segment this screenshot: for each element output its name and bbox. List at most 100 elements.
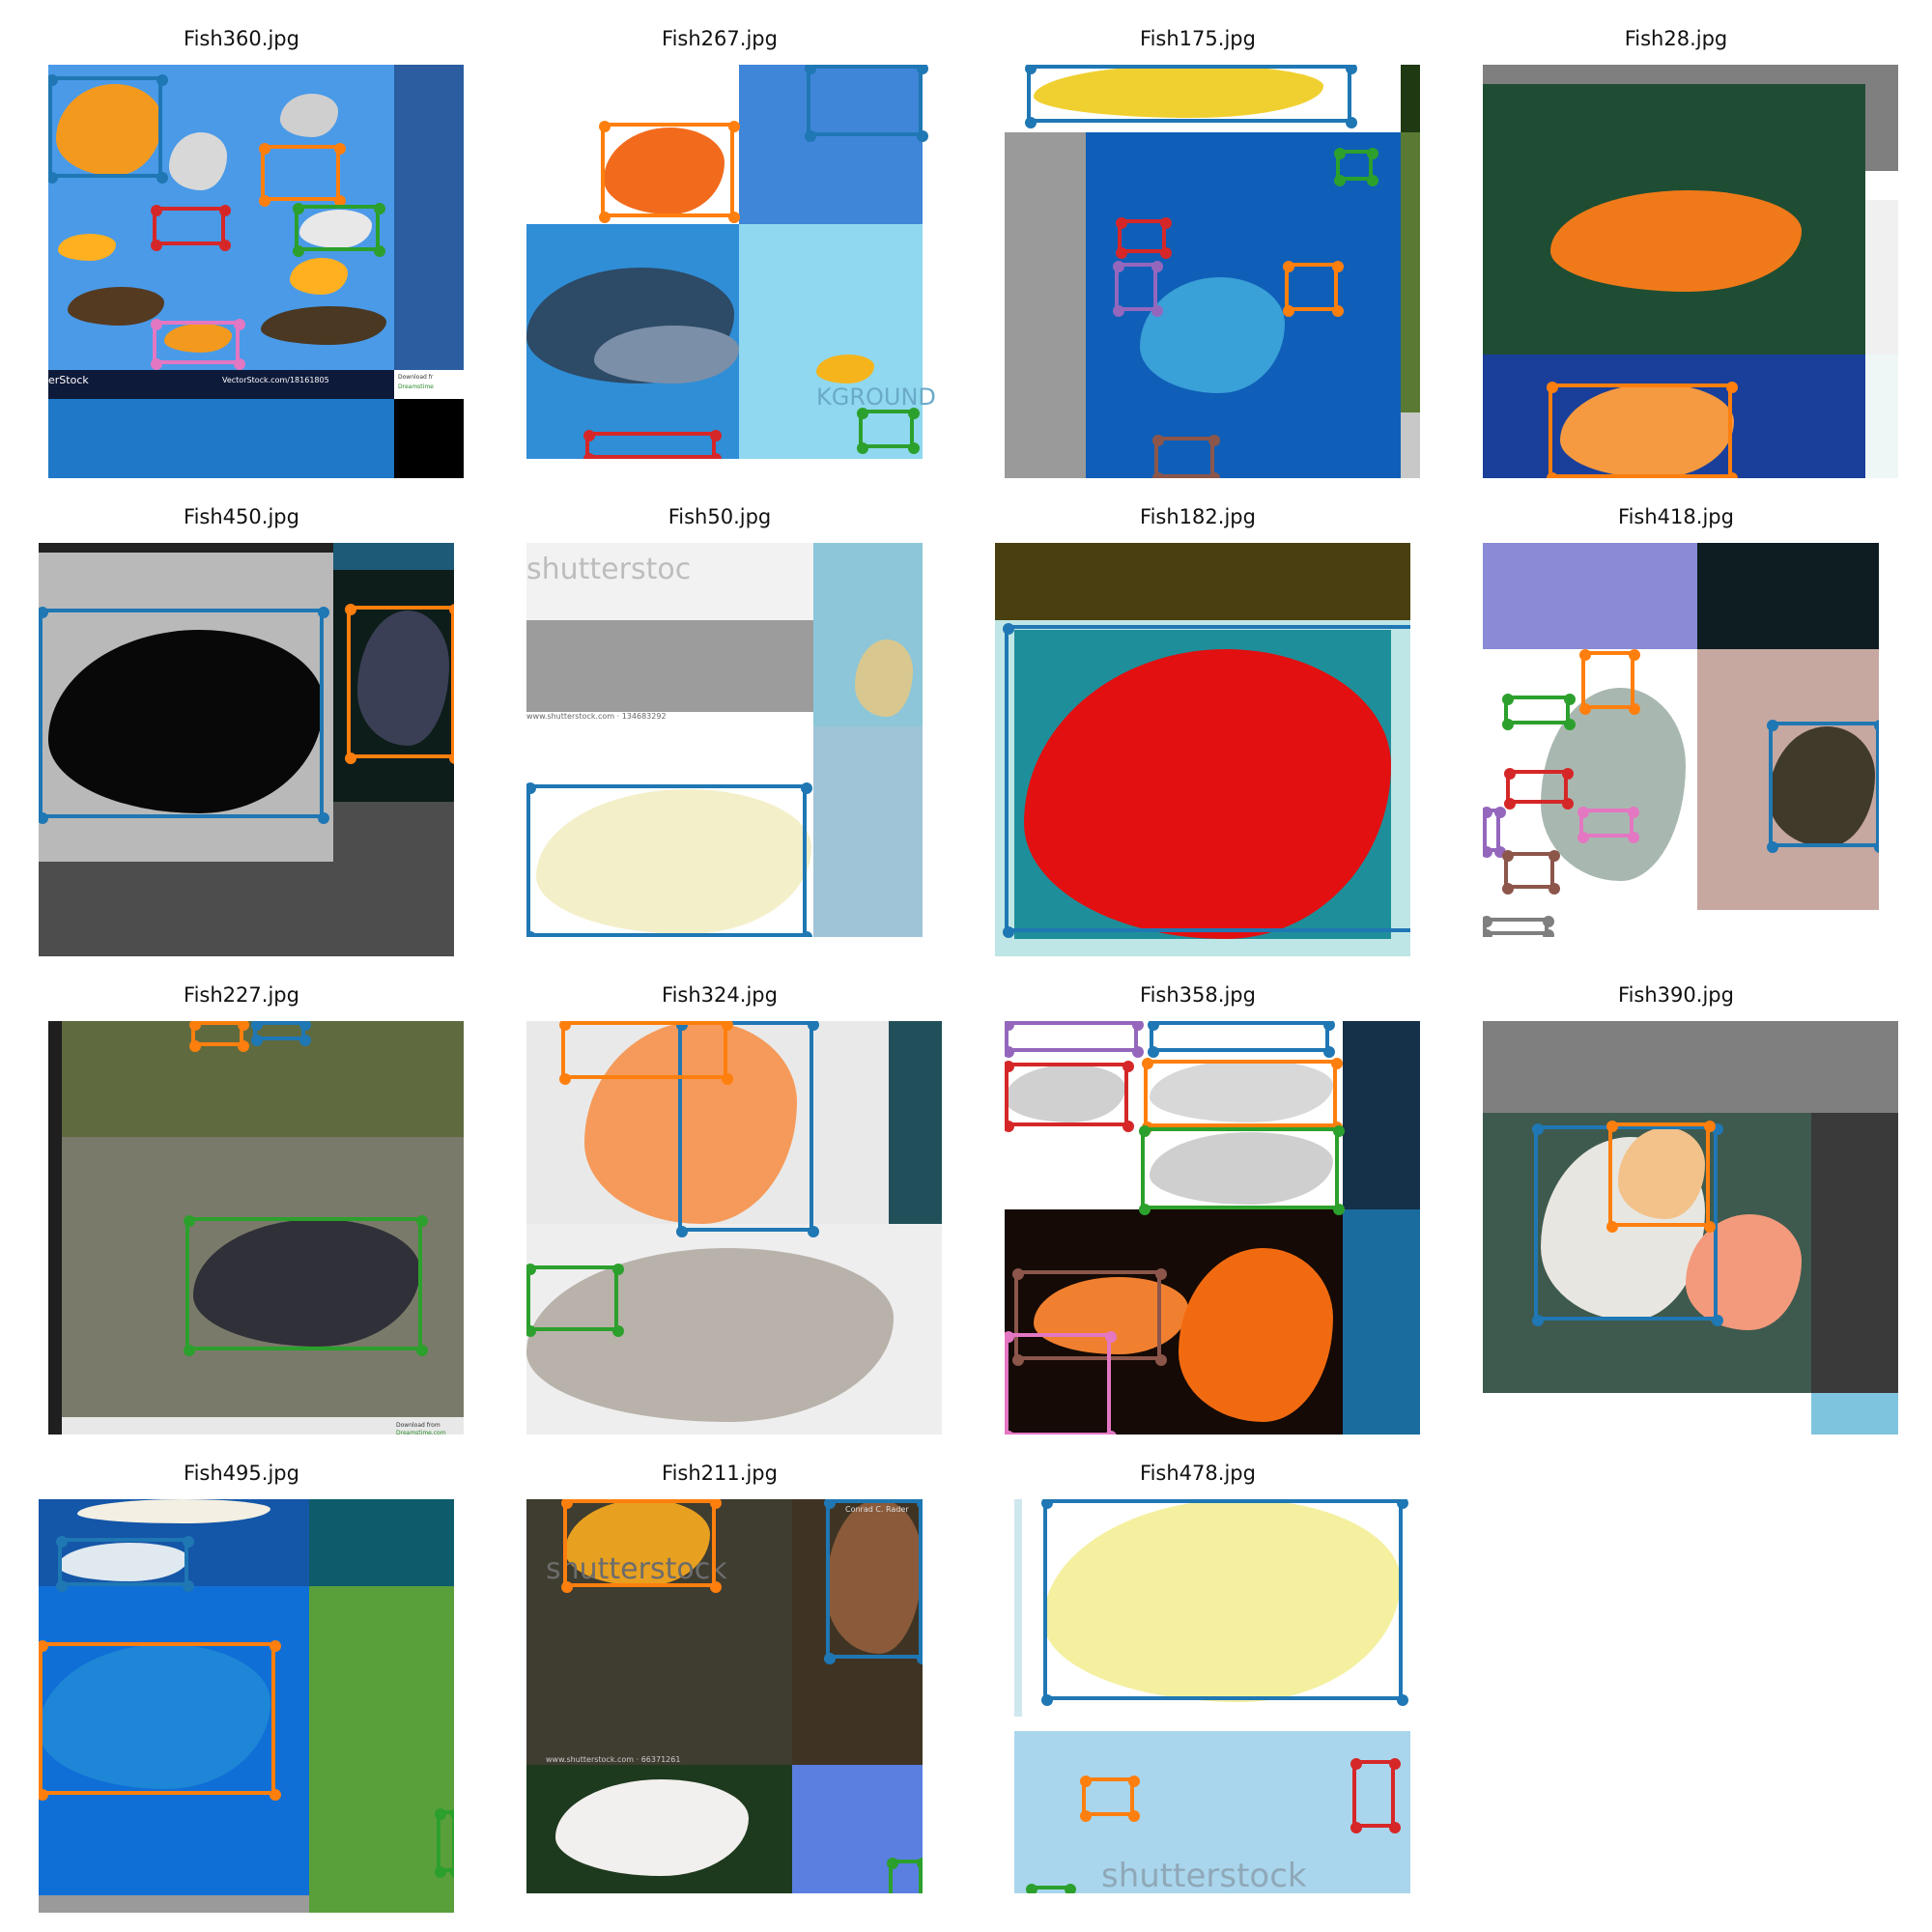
image-filename-title: Fish267.jpg (662, 27, 778, 50)
bounding-box-corner (1160, 247, 1172, 259)
image-cell: Fish182.jpg (956, 478, 1439, 956)
bounding-box-red (1504, 768, 1574, 810)
fish-image-panel[interactable]: KGROUND (526, 65, 942, 459)
bounding-box-corner (1502, 694, 1514, 705)
fish-image-panel[interactable]: shutterstock (1014, 1499, 1410, 1893)
image-mosaic-tile (526, 620, 813, 712)
bounding-box-corner (1003, 926, 1014, 938)
fish-image-panel[interactable] (1483, 65, 1898, 478)
bounding-box-corner (1502, 719, 1514, 730)
bounding-box-corner (48, 74, 58, 86)
bounding-box-blue (48, 74, 168, 184)
fish-image-panel[interactable] (1483, 543, 1879, 937)
bounding-box-corner (1332, 261, 1344, 272)
bounding-box-corner (1606, 1221, 1618, 1233)
bounding-box-corner (334, 143, 346, 155)
bounding-box-corner (56, 1580, 68, 1592)
bounding-box-corner (1155, 1268, 1167, 1280)
fish-image-panel[interactable]: shutterstoc www.shutterstock.com · 134683… (526, 543, 923, 937)
image-filename-title: Fish450.jpg (184, 505, 299, 528)
bounding-box-orange (1080, 1776, 1140, 1822)
bounding-box-corner (1116, 247, 1127, 259)
bounding-box-purple (1005, 1021, 1144, 1058)
image-mosaic-tile (333, 802, 454, 862)
bounding-box-corner (416, 1215, 428, 1227)
bounding-box-corner (1148, 1046, 1159, 1058)
image-mosaic-tile (333, 543, 454, 570)
fish-image-panel[interactable]: ience (1005, 1021, 1420, 1435)
bounding-box-blue (1025, 65, 1357, 128)
image-cell: Fish390.jpg (1435, 956, 1918, 1435)
bounding-box-corner (374, 245, 385, 257)
bounding-box-corner (1005, 1061, 1014, 1072)
fish-image-panel[interactable] (995, 543, 1410, 956)
bounding-box-corner (1128, 1776, 1140, 1787)
bounding-box-corner (151, 319, 162, 330)
bounding-box-corner (1504, 798, 1516, 810)
image-mosaic-tile (309, 1499, 454, 1586)
bounding-box-corner (805, 65, 816, 74)
bounding-box-corner (345, 753, 356, 764)
bounding-box-orange (345, 604, 454, 764)
bounding-box-corner (189, 1040, 201, 1052)
bounding-box-corner (599, 212, 611, 223)
bounding-box-corner (184, 1345, 195, 1356)
bounding-box-corner (450, 1808, 454, 1820)
bounding-box-corner (1128, 1810, 1140, 1822)
fish-image-panel[interactable] (39, 1499, 454, 1913)
bounding-box-corner (251, 1021, 263, 1031)
bounding-box-corner (234, 358, 245, 370)
watermark-text: KGROUND (816, 384, 936, 411)
bounding-box-corner (318, 812, 329, 824)
image-filename-title: Fish28.jpg (1624, 27, 1728, 50)
fish-image-panel[interactable] (526, 1021, 942, 1435)
bounding-box-green (184, 1215, 428, 1356)
bounding-box-corner (1874, 720, 1879, 731)
bounding-box-corner (1155, 1354, 1167, 1366)
bounding-box-corner (259, 195, 270, 207)
bounding-box-corner (1080, 1810, 1092, 1822)
fish-image-panel[interactable] (1483, 1021, 1898, 1435)
bounding-box-corner (189, 1021, 201, 1031)
bounding-box-corner (1116, 217, 1127, 229)
bounding-box-corner (559, 1073, 571, 1085)
bounding-box-blue (805, 65, 928, 142)
bounding-box-corner (1564, 694, 1576, 705)
image-filename-title: Fish227.jpg (184, 983, 299, 1007)
bounding-box-corner (1113, 305, 1124, 317)
bounding-box-corner (824, 1499, 836, 1509)
bounding-box-corner (183, 1536, 194, 1548)
fish-image-panel[interactable]: Download from Dreamstime.com (48, 1021, 464, 1435)
bounding-box-blue (39, 607, 329, 824)
bounding-box-corner (1005, 1021, 1014, 1031)
bounding-box-corner (1577, 832, 1589, 843)
bounding-box-orange (1547, 382, 1738, 478)
bounding-box-corner (801, 931, 812, 937)
bounding-box-corner (1767, 720, 1778, 731)
bounding-box-corner (526, 782, 536, 794)
image-mosaic-tile (1483, 1021, 1898, 1113)
bounding-box-corner (1767, 841, 1778, 853)
bounding-box-corner (1628, 832, 1639, 843)
bounding-box-orange (1579, 649, 1640, 715)
bounding-box-corner (151, 358, 162, 370)
fish-image-panel[interactable] (1005, 65, 1420, 478)
bounding-box-red (1116, 217, 1172, 259)
bounding-box-green (887, 1858, 923, 1893)
bounding-box-corner (449, 604, 454, 615)
bounding-box-corner (39, 1640, 48, 1652)
bounding-box-corner (612, 1325, 624, 1337)
fish-image-panel[interactable]: erStock VectorStock.com/18161805 Download … (48, 65, 464, 478)
image-mosaic-tile (394, 399, 464, 478)
watermark-text: Download fr (398, 374, 434, 381)
image-mosaic-tile (1865, 355, 1898, 478)
image-filename-title: Fish418.jpg (1618, 505, 1734, 528)
bounding-box-corner (183, 1580, 194, 1592)
bounding-box-corner (1726, 382, 1738, 393)
fish-image-panel[interactable]: shutterstock www.shutterstock.com · 66371… (526, 1499, 923, 1893)
bounding-box-corner (1160, 217, 1172, 229)
bounding-box-corner (561, 1581, 573, 1593)
bounding-box-corner (1151, 261, 1163, 272)
bounding-box-corner (583, 430, 595, 441)
fish-image-panel[interactable] (39, 543, 454, 956)
